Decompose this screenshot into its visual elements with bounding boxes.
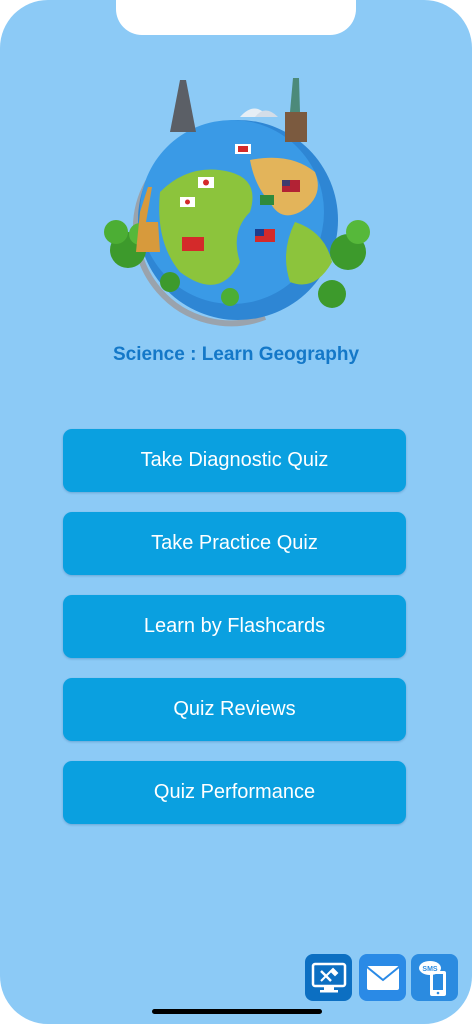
globe-image xyxy=(104,78,370,327)
app-title: Science : Learn Geography xyxy=(112,344,360,365)
support-button[interactable] xyxy=(305,954,352,1001)
app-screen: Science : Learn Geography Take Diagnosti… xyxy=(0,0,472,1024)
home-indicator[interactable] xyxy=(152,1009,322,1014)
sms-label: SMS xyxy=(422,966,438,973)
take-diagnostic-quiz-button[interactable]: Take Diagnostic Quiz xyxy=(63,429,406,492)
take-practice-quiz-button[interactable]: Take Practice Quiz xyxy=(63,512,406,575)
sms-button[interactable]: SMS xyxy=(411,954,458,1001)
learn-by-flashcards-button[interactable]: Learn by Flashcards xyxy=(63,595,406,658)
mail-button[interactable] xyxy=(359,954,406,1001)
quiz-reviews-button[interactable]: Quiz Reviews xyxy=(63,678,406,741)
sms-icon: SMS xyxy=(418,960,446,996)
mail-icon xyxy=(365,965,400,990)
support-icon xyxy=(311,962,346,992)
globe-illustration xyxy=(100,72,370,342)
device-notch xyxy=(116,0,356,35)
quiz-performance-button[interactable]: Quiz Performance xyxy=(63,761,406,824)
